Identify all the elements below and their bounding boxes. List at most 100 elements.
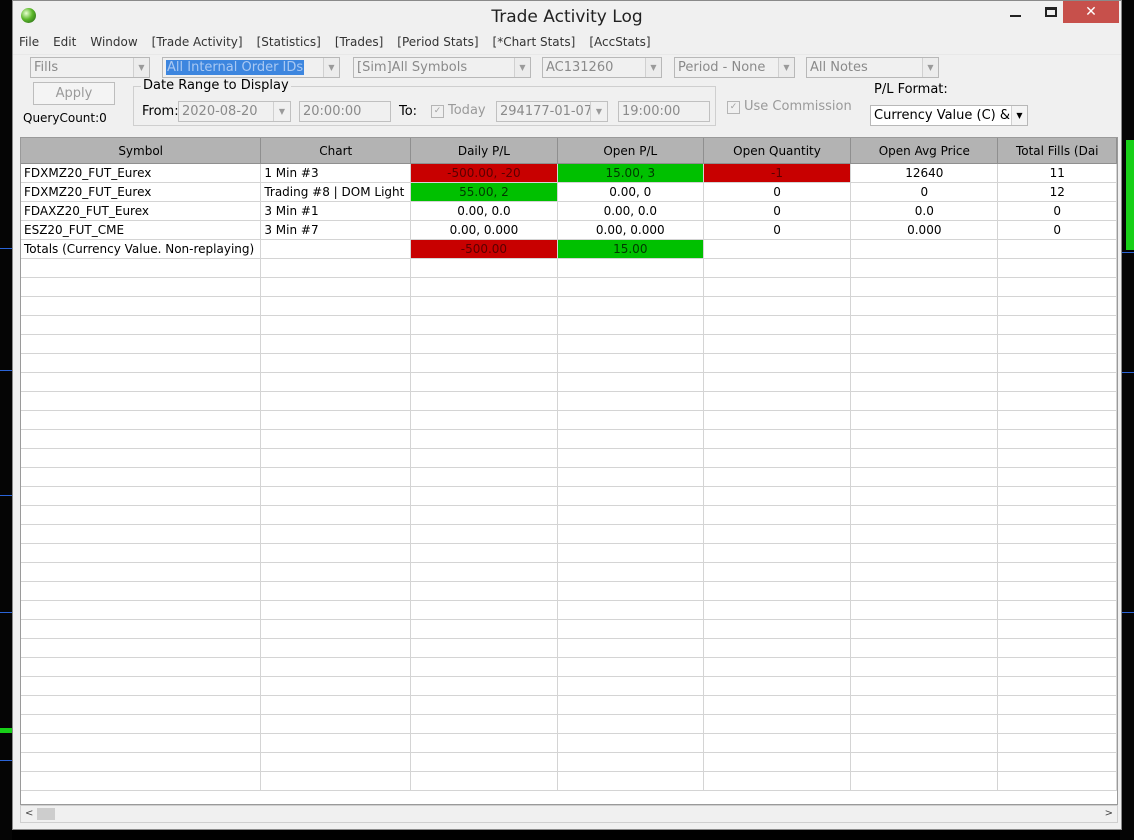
cell-open-avg-price: 12640: [850, 163, 999, 183]
apply-button[interactable]: Apply: [33, 82, 115, 105]
menu-file[interactable]: File: [19, 35, 39, 53]
menu-edit[interactable]: Edit: [53, 35, 76, 53]
column-header-chart[interactable]: Chart: [260, 138, 412, 164]
cell-open-pl: [557, 486, 704, 506]
empty-row[interactable]: [21, 638, 1117, 658]
cell-total-fills: [997, 391, 1117, 411]
cell-open-avg-price: [850, 391, 999, 411]
column-header-open-avg-price[interactable]: Open Avg Price: [850, 138, 999, 164]
cell-open-avg-price: [850, 562, 999, 582]
empty-row[interactable]: [21, 448, 1117, 468]
table-row[interactable]: FDXMZ20_FUT_Eurex 1 Min #3 -500.00, -20 15.…: [21, 163, 1117, 183]
column-header-open-quantity[interactable]: Open Quantity: [703, 138, 852, 164]
pl-format-dropdown[interactable]: Currency Value (C) & P ▼: [870, 105, 1028, 126]
scrollbar-thumb[interactable]: [37, 808, 55, 820]
empty-row[interactable]: [21, 315, 1117, 335]
empty-row[interactable]: [21, 486, 1117, 506]
empty-row[interactable]: [21, 752, 1117, 772]
cell-daily-pl: [410, 676, 558, 696]
type-filter-dropdown[interactable]: Fills ▼: [30, 57, 150, 78]
empty-row[interactable]: [21, 771, 1117, 791]
empty-row[interactable]: [21, 334, 1117, 354]
menu-trades[interactable]: [Trades]: [335, 35, 383, 53]
cell-open-pl: [557, 543, 704, 563]
empty-row[interactable]: [21, 657, 1117, 677]
menu-chart-stats[interactable]: [*Chart Stats]: [493, 35, 576, 53]
symbol-filter-dropdown[interactable]: [Sim]All Symbols ▼: [353, 57, 531, 78]
empty-row[interactable]: [21, 429, 1117, 449]
column-header-daily-pl[interactable]: Daily P/L: [410, 138, 558, 164]
empty-row[interactable]: [21, 600, 1117, 620]
cell-symbol: [21, 372, 262, 392]
cell-open-quantity: [703, 334, 852, 354]
empty-row[interactable]: [21, 296, 1117, 316]
from-time-field[interactable]: 20:00:00: [299, 101, 391, 122]
cell-open-avg-price: [850, 752, 999, 772]
empty-row[interactable]: [21, 714, 1117, 734]
empty-row[interactable]: [21, 277, 1117, 297]
scroll-right-icon[interactable]: >: [1105, 806, 1113, 822]
trade-grid[interactable]: Symbol Chart Daily P/L Open P/L Open Qua…: [20, 137, 1118, 805]
empty-row[interactable]: [21, 372, 1117, 392]
empty-row[interactable]: [21, 543, 1117, 563]
horizontal-scrollbar[interactable]: < >: [20, 805, 1118, 823]
empty-row[interactable]: [21, 258, 1117, 278]
cell-open-quantity: [703, 600, 852, 620]
empty-row[interactable]: [21, 695, 1117, 715]
empty-row[interactable]: [21, 353, 1117, 373]
cell-total-fills: [997, 467, 1117, 487]
cell-open-avg-price: [850, 657, 999, 677]
minimize-button[interactable]: [997, 1, 1033, 23]
cell-open-pl: [557, 638, 704, 658]
menu-trade-activity[interactable]: [Trade Activity]: [152, 35, 243, 53]
empty-row[interactable]: [21, 410, 1117, 430]
table-row[interactable]: ESZ20_FUT_CME 3 Min #7 0.00, 0.000 0.00, 0.…: [21, 220, 1117, 240]
empty-row[interactable]: [21, 733, 1117, 753]
menu-window[interactable]: Window: [90, 35, 137, 53]
cell-open-pl: [557, 524, 704, 544]
empty-row[interactable]: [21, 391, 1117, 411]
today-checkbox[interactable]: ✓: [431, 105, 444, 118]
cell-daily-pl: [410, 429, 558, 449]
column-header-total-fills[interactable]: Total Fills (Dai: [997, 138, 1117, 164]
order-id-filter-dropdown[interactable]: All Internal Order IDs ▼: [162, 57, 340, 78]
background-chart-right: [1120, 0, 1134, 840]
empty-row[interactable]: [21, 524, 1117, 544]
menu-acc-stats[interactable]: [AccStats]: [589, 35, 650, 53]
notes-dropdown[interactable]: All Notes ▼: [806, 57, 939, 78]
cell-open-avg-price: [850, 315, 999, 335]
use-commission-checkbox[interactable]: ✓: [727, 101, 740, 114]
empty-row[interactable]: [21, 505, 1117, 525]
scroll-left-icon[interactable]: <: [25, 806, 33, 822]
cell-open-avg-price: [850, 467, 999, 487]
table-row[interactable]: Totals (Currency Value. Non-replaying) -5…: [21, 239, 1117, 259]
table-row[interactable]: FDAXZ20_FUT_Eurex 3 Min #1 0.00, 0.0 0.00, …: [21, 201, 1117, 221]
cell-total-fills: [997, 676, 1117, 696]
empty-row[interactable]: [21, 581, 1117, 601]
cell-symbol: [21, 277, 262, 297]
close-icon: ✕: [1085, 4, 1097, 20]
menu-statistics[interactable]: [Statistics]: [257, 35, 321, 53]
to-time-field[interactable]: 19:00:00: [618, 101, 710, 122]
cell-open-avg-price: [850, 334, 999, 354]
to-date-value: 294177-01-07: [500, 104, 593, 119]
empty-row[interactable]: [21, 676, 1117, 696]
column-header-symbol[interactable]: Symbol: [21, 138, 262, 164]
account-value: AC131260: [546, 60, 614, 75]
cell-daily-pl: [410, 695, 558, 715]
column-header-open-pl[interactable]: Open P/L: [557, 138, 704, 164]
from-date-field[interactable]: 2020-08-20 ▼: [178, 101, 291, 122]
close-button[interactable]: ✕: [1063, 1, 1119, 23]
cell-chart: [260, 562, 412, 582]
period-dropdown[interactable]: Period - None ▼: [674, 57, 795, 78]
empty-row[interactable]: [21, 619, 1117, 639]
table-row[interactable]: FDXMZ20_FUT_Eurex Trading #8 | DOM Light 5…: [21, 182, 1117, 202]
menu-period-stats[interactable]: [Period Stats]: [397, 35, 478, 53]
empty-row[interactable]: [21, 467, 1117, 487]
account-dropdown[interactable]: AC131260 ▼: [542, 57, 662, 78]
empty-row[interactable]: [21, 562, 1117, 582]
cell-daily-pl: -500.00, -20: [410, 163, 558, 183]
title-bar[interactable]: Trade Activity Log ✕: [13, 1, 1121, 33]
to-date-field[interactable]: 294177-01-07 ▼: [496, 101, 608, 122]
cell-daily-pl: [410, 524, 558, 544]
